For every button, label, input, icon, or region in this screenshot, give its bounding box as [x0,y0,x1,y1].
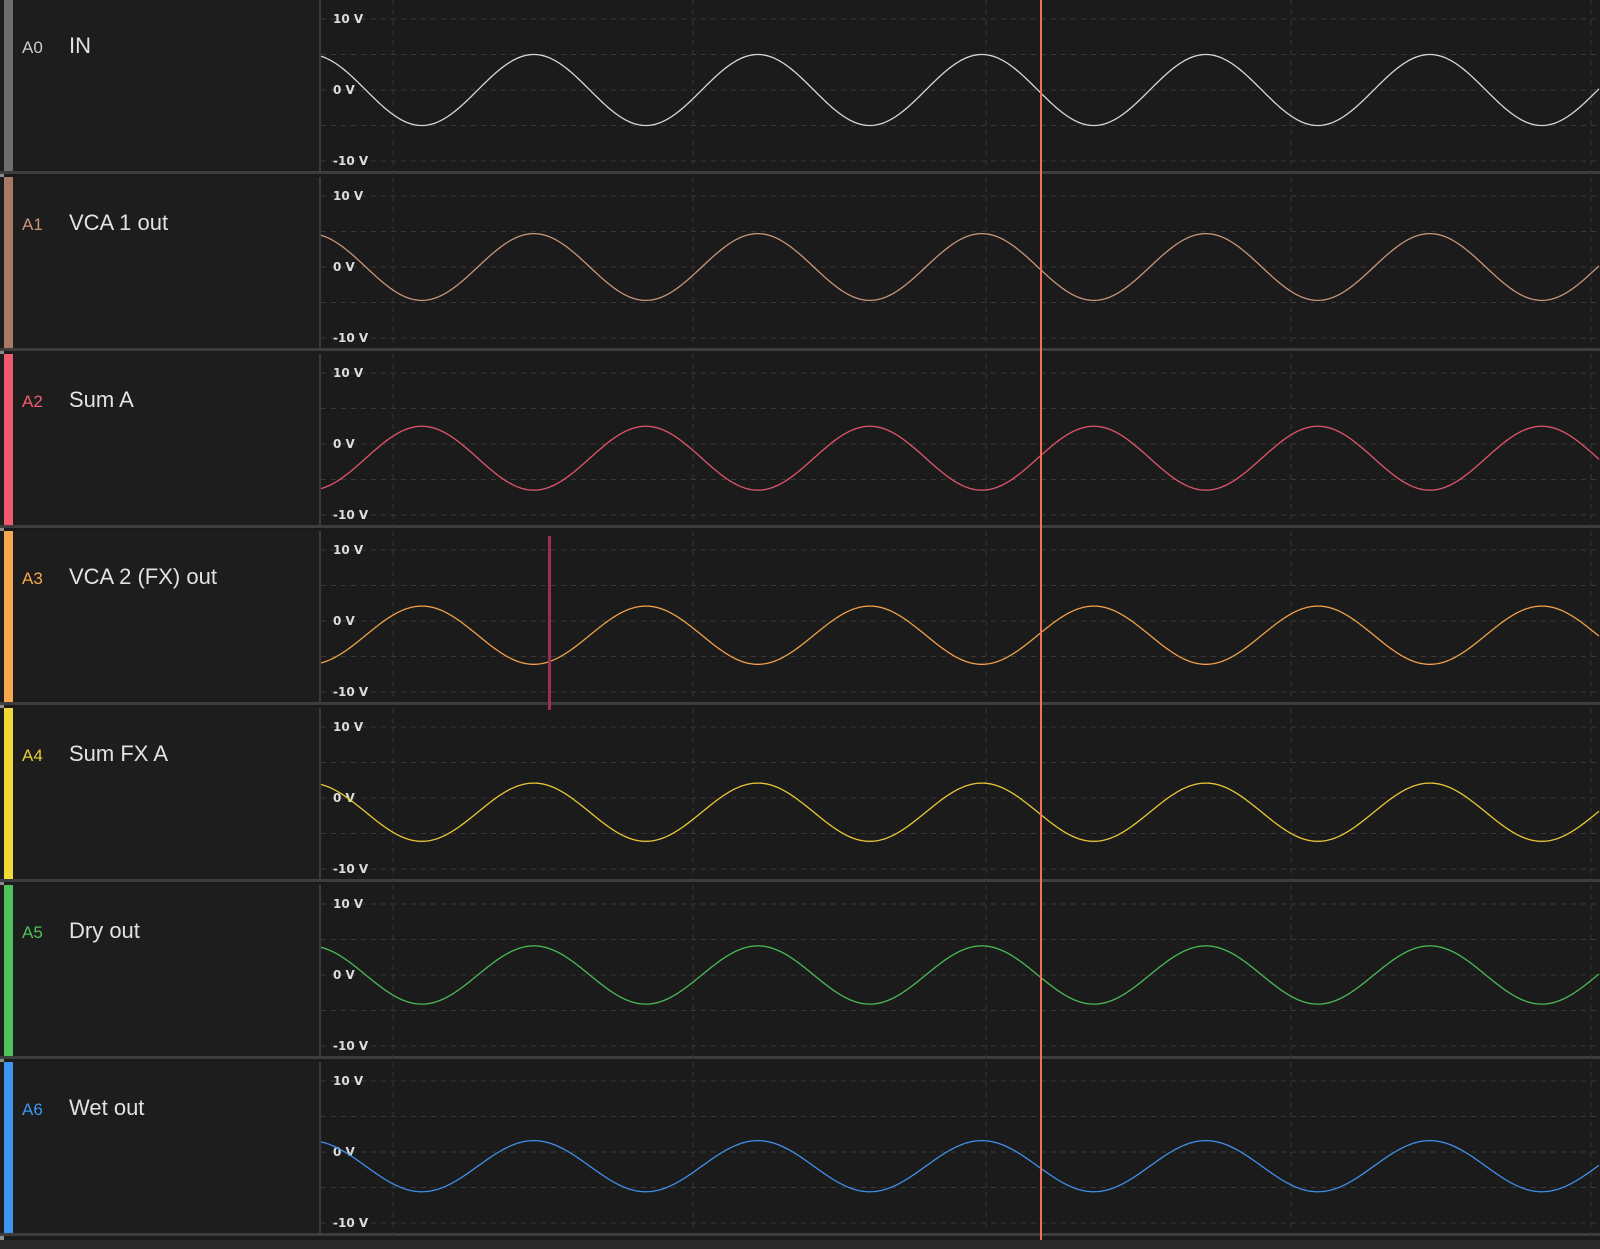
timing-marker[interactable] [548,536,551,710]
axis-label-mid: 0 V [333,260,356,274]
channel-color-bar [4,708,13,879]
channel-plot[interactable]: 10 V 0 V -10 V [321,177,1600,351]
channel-name[interactable]: Sum FX A [69,741,168,767]
waveform-svg: 10 V0 V-10 V [321,1062,1600,1236]
channel-header[interactable]: A3 VCA 2 (FX) out [0,531,321,702]
channel-name[interactable]: IN [69,33,91,59]
axis-label-mid: 0 V [333,614,356,628]
axis-label-mid: 0 V [333,968,356,982]
axis-label-top: 10 V [333,1074,364,1088]
channel-color-bar [4,0,13,171]
axis-label-bottom: -10 V [333,1216,369,1230]
axis-label-top: 10 V [333,543,364,557]
channel-id: A3 [22,569,43,588]
channel-name[interactable]: Sum A [69,387,134,413]
axis-label-bottom: -10 V [333,1039,369,1053]
axis-label-top: 10 V [333,366,364,380]
axis-label-bottom: -10 V [333,862,369,876]
channel-plot[interactable]: 10 V 0 V -10 V [321,531,1600,705]
waveform-svg: 10 V 0 V -10 V [321,354,1600,528]
channel-color-bar [4,177,13,348]
channel-name[interactable]: Dry out [69,918,140,944]
channel-id: A5 [22,923,43,942]
channel-header[interactable]: A4 Sum FX A [0,708,321,879]
waveform-trace [321,782,1600,842]
channel-id: A4 [22,746,43,765]
channel-name[interactable]: VCA 1 out [69,210,168,236]
channel-header[interactable]: A1 VCA 1 out [0,177,321,348]
axis-label-mid: 0 V [333,437,356,451]
axis-label-mid: 0 V [333,791,356,805]
channel-row-a4[interactable]: A4 Sum FX A 10 V 0 V -10 V [0,708,1600,882]
channel-header[interactable]: A0 IN [0,0,321,171]
waveform-svg: 10 V 0 V -10 V [321,0,1600,174]
axis-label-bottom: -10 V [333,508,369,522]
channel-header[interactable]: A2 Sum A [0,354,321,525]
channel-plot[interactable]: 10 V0 V -10 V [321,1062,1600,1236]
axis-label-top: 10 V [333,720,364,734]
waveform-trace [321,605,1600,665]
channel-id: A6 [22,1100,43,1119]
channel-row-a3[interactable]: A3 VCA 2 (FX) out 10 V 0 V -10 V [0,531,1600,705]
channel-color-bar [4,531,13,702]
channel-plot[interactable]: 10 V 0 V -10 V [321,708,1600,882]
waveform-trace [321,1140,1600,1193]
channel-row-a6[interactable]: A6 Wet out 10 V0 V -10 V [0,1062,1600,1236]
bottom-scrollbar-area[interactable] [0,1240,1600,1249]
waveform-trace [321,425,1600,491]
logic-analyzer-window: A0 IN 10 V 0 V -10 V A1 VCA 1 out 10 V 0 V -10 V A… [0,0,1600,1249]
waveform-svg: 10 V 0 V -10 V [321,885,1600,1059]
waveform-svg: 10 V 0 V -10 V [321,708,1600,882]
axis-label-mid: 0 V [333,83,356,97]
waveform-svg: 10 V 0 V -10 V [321,531,1600,705]
channel-row-a1[interactable]: A1 VCA 1 out 10 V 0 V -10 V [0,177,1600,351]
axis-label-bottom: -10 V [333,154,369,168]
channel-id: A0 [22,38,43,57]
channel-row-a5[interactable]: A5 Dry out 10 V 0 V -10 V [0,885,1600,1059]
axis-label-top: 10 V [333,12,364,26]
channel-id: A1 [22,215,43,234]
channel-id: A2 [22,392,43,411]
channel-plot[interactable]: 10 V 0 V -10 V [321,354,1600,528]
channel-color-bar [4,1062,13,1233]
channel-header[interactable]: A6 Wet out [0,1062,321,1233]
channel-plot[interactable]: 10 V 0 V -10 V [321,0,1600,174]
channel-row-a2[interactable]: A2 Sum A 10 V 0 V -10 V [0,354,1600,528]
channel-name[interactable]: Wet out [69,1095,144,1121]
axis-label-top: 10 V [333,189,364,203]
channel-name[interactable]: VCA 2 (FX) out [69,564,217,590]
channel-plot[interactable]: 10 V 0 V -10 V [321,885,1600,1059]
channel-header[interactable]: A5 Dry out [0,885,321,1056]
channel-row-a0[interactable]: A0 IN 10 V 0 V -10 V [0,0,1600,174]
waveform-svg: 10 V 0 V -10 V [321,177,1600,351]
channel-color-bar [4,885,13,1056]
axis-label-top: 10 V [333,897,364,911]
channel-color-bar [4,354,13,525]
axis-label-bottom: -10 V [333,331,369,345]
axis-label-bottom: -10 V [333,685,369,699]
